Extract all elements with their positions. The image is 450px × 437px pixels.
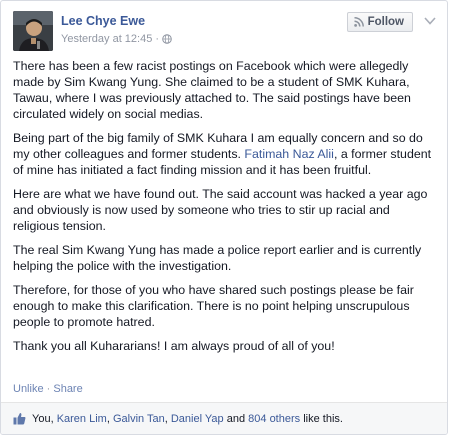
post-paragraph: Thank you all Kuhararians! I am always p… [13,339,335,353]
avatar-photo [13,11,53,51]
tagged-user-link[interactable]: Fatimah Naz Alii [244,147,334,161]
likes-bar: You, Karen Lim, Galvin Tan, Daniel Yap a… [1,402,447,434]
post-timestamp[interactable]: Yesterday at 12:45 [61,33,152,45]
post-actions: Unlike · Share [13,383,83,395]
likes-comma: , [106,412,110,425]
unlike-link[interactable]: Unlike [13,383,44,395]
share-link[interactable]: Share [53,383,82,395]
globe-icon[interactable] [162,34,172,44]
chevron-down-icon[interactable] [423,15,437,27]
post-paragraph: Being part of the big family of SMK Kuha… [13,130,433,178]
facebook-post: Lee Chye Ewe Yesterday at 12:45 · Follow… [0,0,448,435]
post-meta: Yesterday at 12:45 · [61,33,172,45]
liker-link[interactable]: Karen Lim [57,413,107,425]
rss-icon [353,17,364,27]
likes-others-link[interactable]: 804 others [248,413,300,425]
post-paragraph: There has been a few racist postings on … [13,59,411,121]
post-body: There has been a few racist postings on … [13,58,433,362]
meta-separator: · [155,33,160,45]
likes-you: You, [32,412,54,425]
follow-button[interactable]: Follow [346,12,413,32]
post-paragraph: Here are what we have found out. The sai… [13,187,428,233]
likes-comma: , [164,412,168,425]
thumbs-up-icon [13,413,26,425]
likes-and: and [226,412,246,425]
post-paragraph: The real Sim Kwang Yung has made a polic… [13,243,422,273]
post-header: Lee Chye Ewe Yesterday at 12:45 · Follow [13,11,437,51]
likes-suffix: like this. [303,412,343,425]
action-separator: · [43,383,54,395]
post-paragraph: Therefore, for those of you who have sha… [13,283,414,329]
author-name[interactable]: Lee Chye Ewe [61,14,145,28]
follow-label: Follow [367,16,404,28]
liker-link[interactable]: Galvin Tan [113,413,165,425]
liker-link[interactable]: Daniel Yap [171,413,224,425]
avatar[interactable] [13,11,53,51]
